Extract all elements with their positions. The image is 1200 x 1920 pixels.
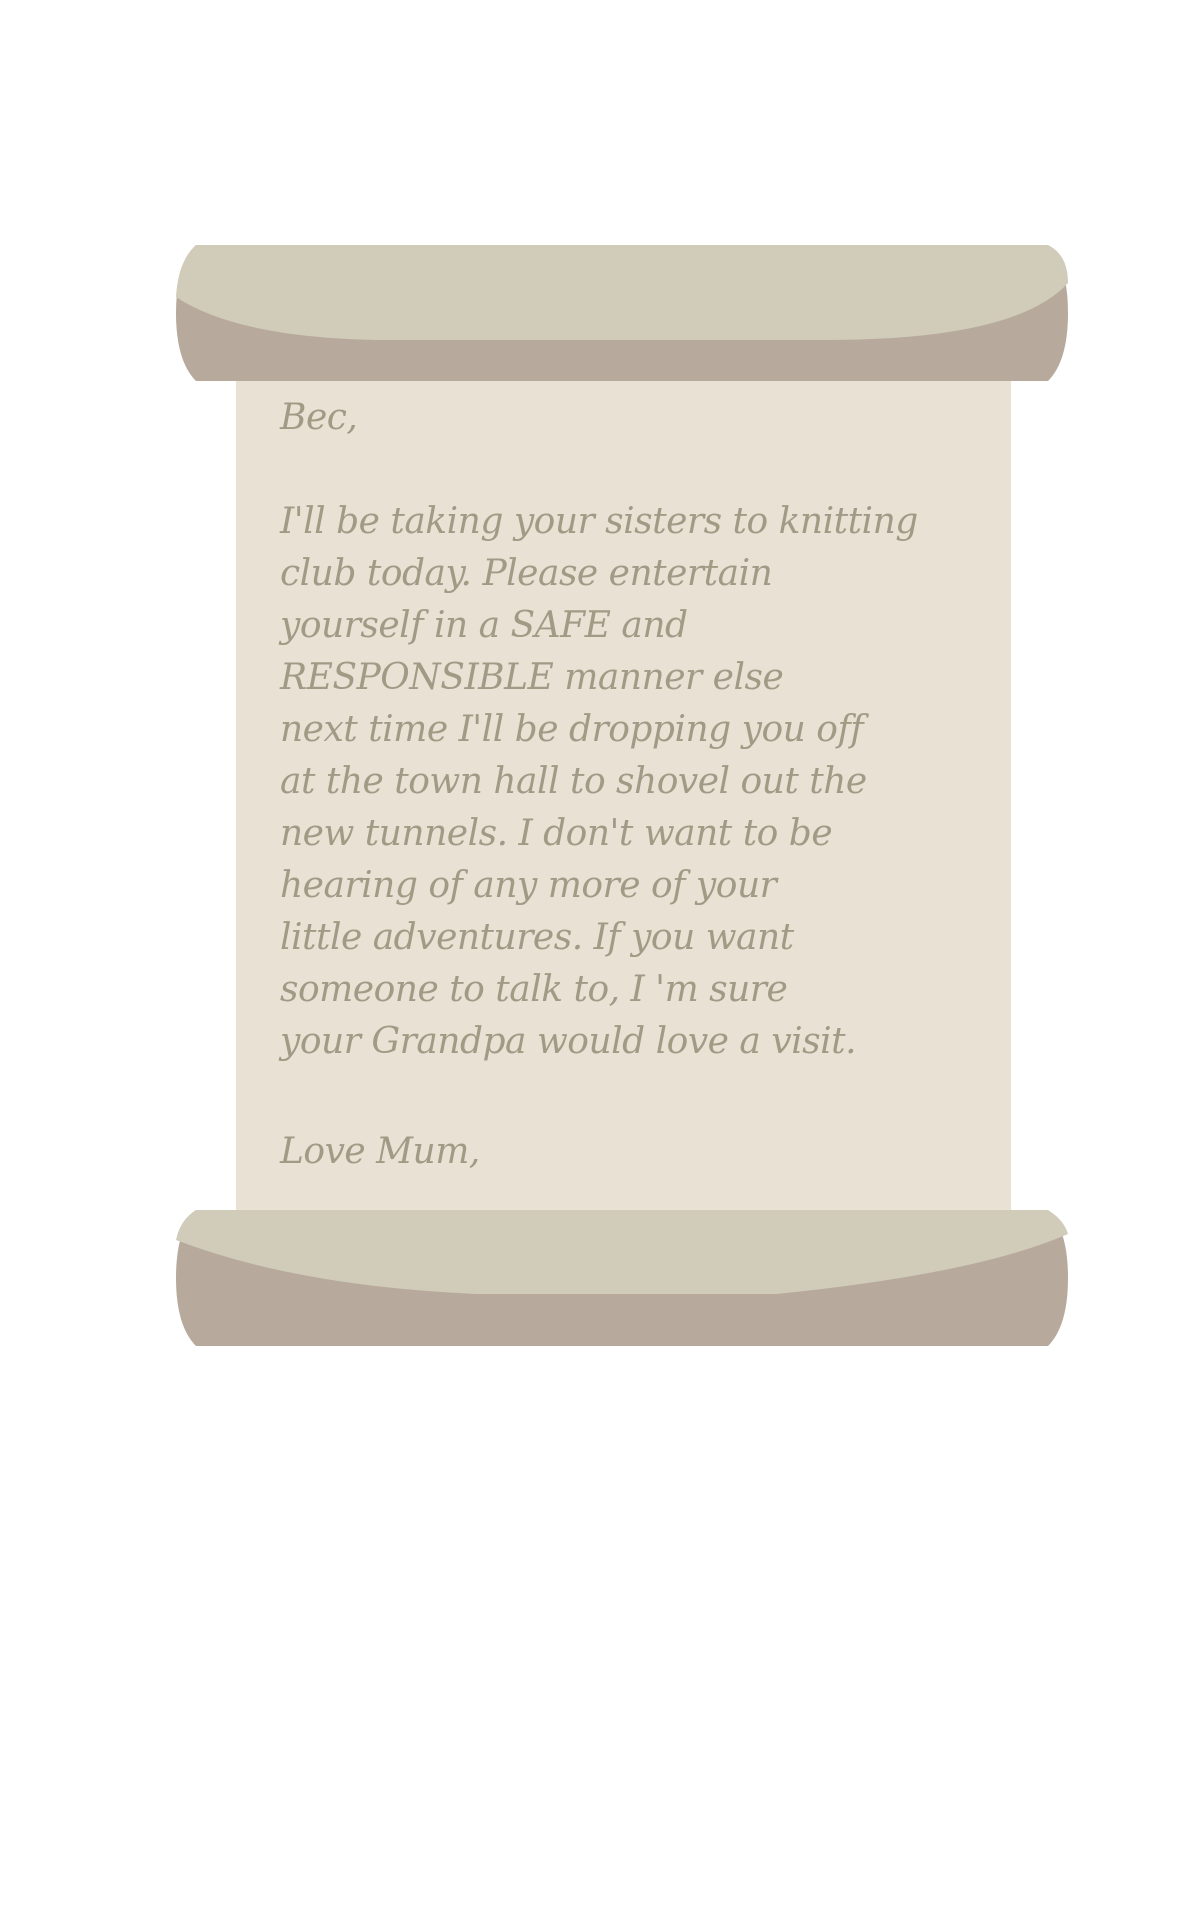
letter-line: yourself in a SAFE and [280,605,688,646]
letter-signoff: Love Mum, [280,1131,480,1172]
letter-line: hearing of any more of your [280,865,777,906]
letter-greeting: Bec, [280,397,358,438]
letter-body: I'll be taking your sisters to knitting … [280,496,1000,1068]
letter-text: Bec, I'll be taking your sisters to knit… [280,392,1000,1178]
letter-line: your Grandpa would love a visit. [280,1021,857,1062]
letter-line: little adventures. If you want [280,917,794,958]
letter-scroll: Bec, I'll be taking your sisters to knit… [0,0,1200,1920]
letter-line: club today. Please entertain [280,553,773,594]
letter-line: I'll be taking your sisters to knitting [280,501,918,542]
scroll-bottom-roller [176,1210,1068,1346]
letter-line: someone to talk to, I 'm sure [280,969,788,1010]
letter-line: new tunnels. I don't want to be [280,813,833,854]
letter-line: RESPONSIBLE manner else [280,657,784,698]
scroll-top-roller [176,245,1068,381]
letter-line: next time I'll be dropping you off [280,709,864,750]
letter-line: at the town hall to shovel out the [280,761,867,802]
